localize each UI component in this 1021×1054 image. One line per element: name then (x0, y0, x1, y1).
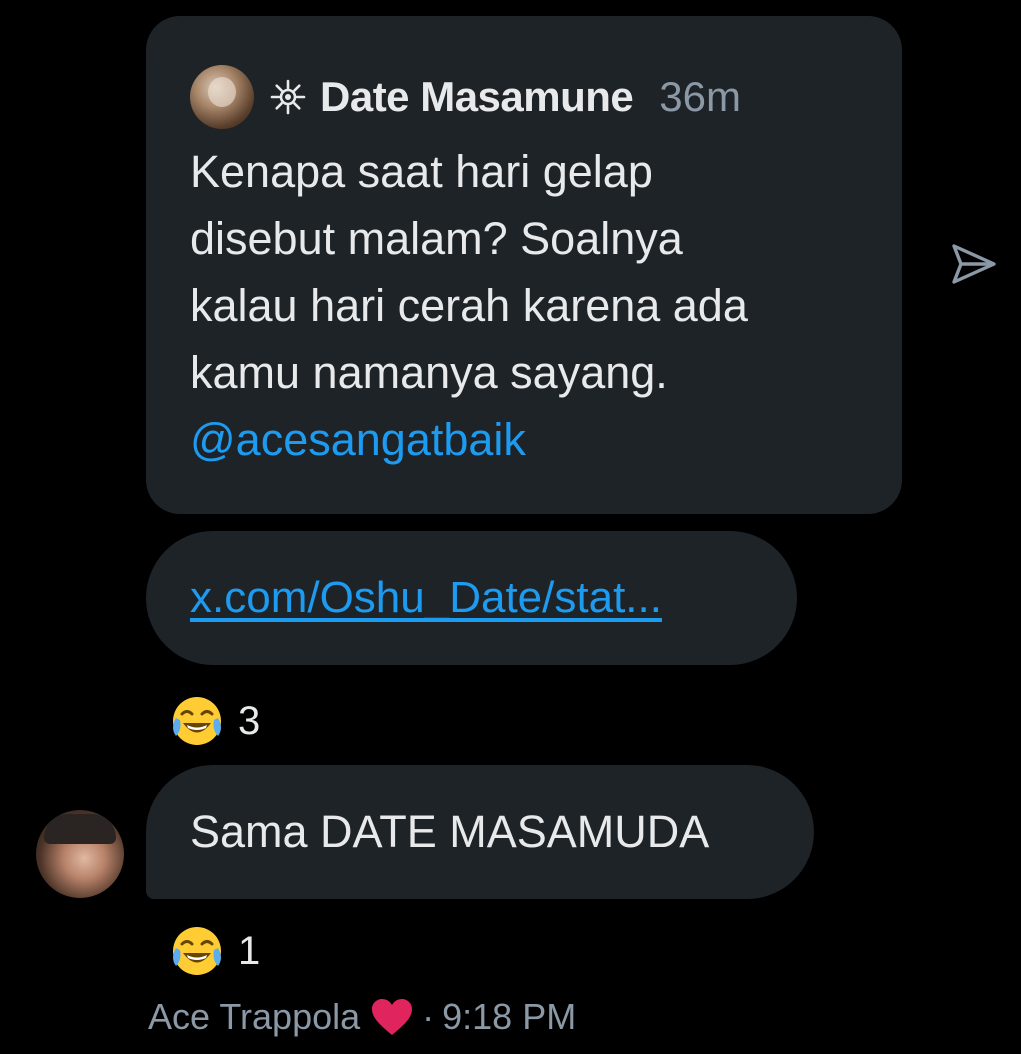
post-link[interactable]: x.com/Oshu_Date/stat... (190, 573, 662, 623)
heart-icon (372, 999, 413, 1035)
dm-conversation: Date Masamune 36m Kenapa saat hari gelap… (0, 0, 1021, 1054)
reply-message-text: Sama DATE MASAMUDA (190, 806, 710, 857)
message-footer: Ace Trappola · 9:18 PM (148, 996, 576, 1038)
post-text-line: Kenapa saat hari gelap (190, 146, 653, 197)
author-avatar[interactable] (190, 65, 254, 129)
sun-emblem-icon (270, 79, 306, 115)
reaction-count: 1 (238, 928, 261, 973)
post-text-line: disebut malam? Soalnya (190, 213, 683, 264)
quoted-post-header: Date Masamune 36m (190, 62, 862, 132)
author-name[interactable]: Date Masamune (320, 73, 634, 121)
reply-message-bubble[interactable]: Sama DATE MASAMUDA (146, 765, 814, 899)
sender-name: Ace Trappola (148, 996, 361, 1037)
mention-link[interactable]: @acesangatbaik (190, 406, 870, 473)
message-time: 9:18 PM (442, 996, 577, 1037)
message-reaction[interactable]: 1 (168, 922, 260, 980)
link-message-bubble: x.com/Oshu_Date/stat... (146, 531, 797, 665)
post-text-line: kalau hari cerah karena ada (190, 280, 748, 331)
footer-separator: · (422, 996, 435, 1037)
tears-of-joy-emoji-icon (173, 927, 221, 975)
post-text-line: kamu namanya sayang. (190, 347, 668, 398)
reaction-count: 3 (238, 698, 261, 743)
tears-of-joy-emoji-icon (173, 697, 221, 745)
post-time: 36m (659, 73, 741, 120)
quoted-post-card[interactable]: Date Masamune 36m Kenapa saat hari gelap… (146, 16, 902, 514)
message-reaction[interactable]: 3 (168, 692, 260, 750)
send-icon[interactable] (948, 238, 1000, 290)
sender-avatar[interactable] (36, 810, 124, 898)
quoted-post-text: Kenapa saat hari gelap disebut malam? So… (190, 138, 870, 473)
